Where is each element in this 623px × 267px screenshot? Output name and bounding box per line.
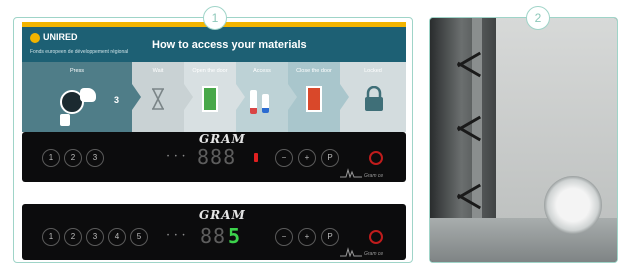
poster-title: How to access your materials	[152, 39, 307, 51]
step-label: Open the door	[192, 68, 228, 74]
program-button[interactable]: P	[321, 228, 339, 246]
step-arrow	[288, 84, 297, 110]
keypad-button-2[interactable]: 2	[64, 228, 82, 246]
minus-button[interactable]: −	[275, 149, 293, 167]
plus-button[interactable]: +	[298, 149, 316, 167]
alarm-led	[254, 153, 258, 162]
brand-logo: GRAM	[199, 132, 246, 146]
step-badge-1: 1	[203, 6, 227, 30]
keypad-button-1[interactable]: 1	[42, 149, 60, 167]
sample-vials-icon	[250, 90, 257, 114]
brand-logo: GRAM	[199, 208, 246, 222]
padlock-icon	[365, 86, 383, 111]
signal-wave-icon	[340, 168, 362, 178]
code-display-dim: 88	[200, 224, 227, 248]
keypad-button-3[interactable]: 3	[86, 149, 104, 167]
keypad-button-2[interactable]: 2	[64, 149, 82, 167]
controller-panel-5-button: GRAM 1 2 3 4 5 • • • 88 5 − + P Gram ce	[22, 204, 406, 260]
indicator-dots: • • •	[167, 154, 187, 160]
step-label: Press	[69, 68, 85, 74]
power-icon[interactable]	[369, 230, 383, 244]
logo-icon	[30, 32, 40, 43]
closed-door-icon	[306, 86, 322, 112]
step-arrow	[340, 84, 349, 110]
keypad-button-1[interactable]: 1	[42, 228, 60, 246]
code-display-digit: 5	[228, 224, 242, 248]
hand-icon	[60, 114, 70, 126]
press-count: 3	[114, 95, 120, 105]
fan-cover	[544, 176, 602, 234]
signal-wave-icon	[340, 247, 362, 257]
access-instructions-poster: UNIRED Fonds europeen de développement r…	[22, 22, 406, 132]
cabinet-interior-photo	[429, 17, 618, 263]
step-arrow	[236, 84, 245, 110]
program-button[interactable]: P	[321, 149, 339, 167]
step-label: Access	[253, 68, 271, 74]
step-label: Close the door	[296, 68, 332, 74]
keypad-button-3[interactable]: 3	[86, 228, 104, 246]
controller-panel-3-button: GRAM 1 2 3 • • • 888 − + P Gram ce	[22, 132, 406, 182]
sample-vial-icon	[262, 94, 269, 113]
logo-subtitle: Fonds europeen de développement régional	[30, 49, 129, 55]
pointing-hand-icon	[80, 88, 96, 102]
step-badge-2: 2	[526, 6, 550, 30]
step-press: Press 3	[22, 62, 141, 132]
step-label: Wait	[152, 68, 164, 74]
step-strip: Press 3 Wait Open the door Access Close …	[22, 62, 406, 132]
plus-button[interactable]: +	[298, 228, 316, 246]
model-label: Gram ce	[364, 251, 384, 257]
power-icon[interactable]	[369, 151, 383, 165]
keypad-button-5[interactable]: 5	[130, 228, 148, 246]
hourglass-icon	[152, 88, 164, 110]
step-locked: Locked	[340, 62, 406, 132]
keypad-button-4[interactable]: 4	[108, 228, 126, 246]
minus-button[interactable]: −	[275, 228, 293, 246]
step-arrow	[132, 84, 141, 110]
temperature-display: 888	[197, 145, 237, 169]
model-label: Gram ce	[364, 173, 384, 179]
step-label: Locked	[364, 68, 382, 74]
step-arrow	[184, 84, 193, 110]
indicator-dots: • • •	[167, 233, 187, 239]
logo: UNIRED	[30, 32, 78, 43]
open-door-icon	[202, 86, 218, 112]
